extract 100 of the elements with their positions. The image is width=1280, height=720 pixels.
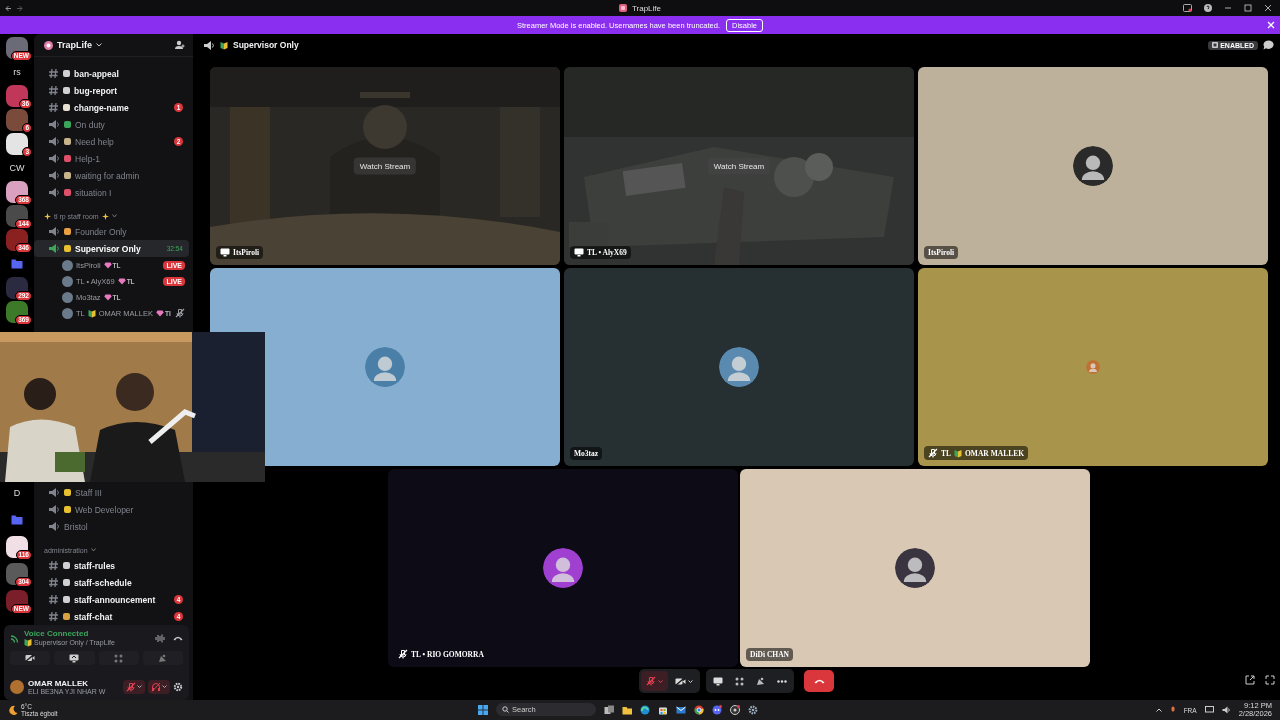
folder-icon[interactable] (11, 258, 23, 269)
server-icon[interactable] (6, 276, 28, 299)
channel-item[interactable]: staff-rules (34, 557, 189, 574)
channel-item[interactable]: staff-schedule (34, 574, 189, 591)
channel-item[interactable]: On duty (34, 116, 189, 133)
camera-off-icon (25, 654, 36, 662)
pop-out-icon[interactable] (1245, 675, 1255, 685)
user-avatar (62, 259, 73, 271)
window-title: TrapLife (631, 3, 662, 13)
server-icon[interactable] (6, 204, 28, 227)
hash-icon (48, 68, 59, 79)
help-icon[interactable] (1204, 4, 1212, 12)
server-initials[interactable]: D (13, 487, 21, 498)
server-icon[interactable] (6, 180, 28, 203)
task-view-icon[interactable] (604, 704, 614, 715)
speaker-icon (48, 243, 60, 254)
search-icon (502, 706, 509, 713)
soundboard-button[interactable] (142, 651, 183, 665)
watch-stream-button[interactable]: Watch Stream (353, 157, 417, 175)
camera-button[interactable] (10, 651, 51, 665)
activities-button[interactable] (98, 651, 139, 665)
chat-app-icon[interactable] (712, 704, 722, 715)
speaker-icon (48, 153, 60, 164)
speaker-icon (48, 119, 60, 130)
headset-button[interactable] (148, 679, 170, 694)
caret-icon (137, 685, 142, 688)
microphone-icon[interactable] (1169, 706, 1176, 714)
leaf-icon (220, 40, 228, 50)
server-icon[interactable] (6, 535, 28, 558)
leaf-icon (24, 638, 32, 647)
channel-item[interactable]: waiting for admin (34, 167, 189, 184)
channel-item[interactable]: ban-appeal (34, 65, 189, 82)
fullscreen-icon[interactable] (1265, 675, 1275, 685)
add-member-icon[interactable] (175, 40, 185, 50)
watch-stream-button[interactable]: Watch Stream (707, 157, 771, 175)
screen-share-icon (713, 676, 723, 686)
channel-item[interactable]: Staff III (34, 484, 189, 501)
channel-item[interactable]: Help-1 (34, 150, 189, 167)
soundboard-icon (158, 653, 168, 663)
noise-suppression-icon[interactable] (155, 633, 165, 643)
server-initials[interactable]: rs (13, 66, 21, 77)
microphone-button[interactable] (123, 679, 145, 694)
hash-icon (48, 611, 59, 622)
connection-status: Voice Connected (24, 629, 90, 638)
screen-icon (220, 248, 230, 257)
weather-icon (8, 705, 18, 715)
sparkle-icon (101, 212, 109, 220)
chevron-down-icon[interactable] (96, 43, 102, 47)
start-icon[interactable] (478, 704, 488, 715)
user-avatar (10, 679, 24, 694)
globe-icon[interactable] (640, 704, 650, 715)
server-icon[interactable] (6, 300, 28, 323)
disconnect-icon[interactable] (173, 635, 183, 641)
channel-item[interactable]: Web Developer (34, 501, 189, 518)
server-icon[interactable] (6, 84, 28, 107)
channel-item[interactable]: Founder Only (34, 223, 189, 240)
folder-icon[interactable] (622, 704, 632, 715)
server-initials[interactable]: CW (9, 162, 25, 173)
monitor-icon[interactable] (1204, 706, 1214, 714)
screen-share-button[interactable] (54, 651, 95, 665)
maximize-icon[interactable] (1244, 4, 1252, 12)
close-icon[interactable] (1264, 4, 1272, 12)
speaker-icon (48, 170, 60, 181)
volume-icon[interactable] (1221, 706, 1231, 714)
activities-icon (735, 676, 744, 686)
speaker-icon (48, 521, 60, 532)
microphone-muted-icon (646, 676, 656, 686)
settings-icon[interactable] (748, 704, 758, 715)
hash-icon (48, 577, 59, 588)
channel-item[interactable]: Bristol (34, 518, 189, 535)
soundboard-icon (756, 676, 765, 686)
chat-icon[interactable] (1263, 40, 1274, 50)
mail-icon[interactable] (676, 704, 686, 715)
folder-icon[interactable] (11, 514, 23, 525)
server-name[interactable]: TrapLife (57, 40, 92, 50)
server-icon[interactable] (6, 562, 28, 585)
back-arrow-icon[interactable] (5, 4, 12, 12)
microphone-button[interactable] (641, 671, 668, 691)
speaker-icon (203, 39, 215, 51)
speaker-icon (48, 504, 60, 515)
channel-item[interactable]: bug-report (34, 82, 189, 99)
record-icon[interactable] (730, 704, 740, 715)
server-icon[interactable] (44, 40, 53, 50)
chevron-up-icon[interactable] (1155, 708, 1162, 712)
user-avatar (62, 291, 73, 303)
user-name: OMAR MALLEK (28, 678, 89, 688)
channel-title: Supervisor Only (233, 40, 299, 50)
forward-arrow-icon[interactable] (16, 4, 23, 12)
headset-off-icon (151, 681, 161, 692)
browser-icon[interactable] (694, 704, 704, 715)
inbox-icon[interactable] (1183, 4, 1192, 12)
settings-icon[interactable] (173, 681, 183, 692)
screen-icon (574, 248, 584, 257)
server-icon[interactable] (6, 228, 28, 251)
minimize-icon[interactable] (1224, 4, 1232, 12)
disconnect-button[interactable] (804, 670, 834, 692)
caret-icon (658, 679, 663, 683)
channel-item[interactable]: situation I (34, 184, 189, 201)
server-icon[interactable] (6, 132, 28, 155)
hash-icon (48, 85, 59, 96)
